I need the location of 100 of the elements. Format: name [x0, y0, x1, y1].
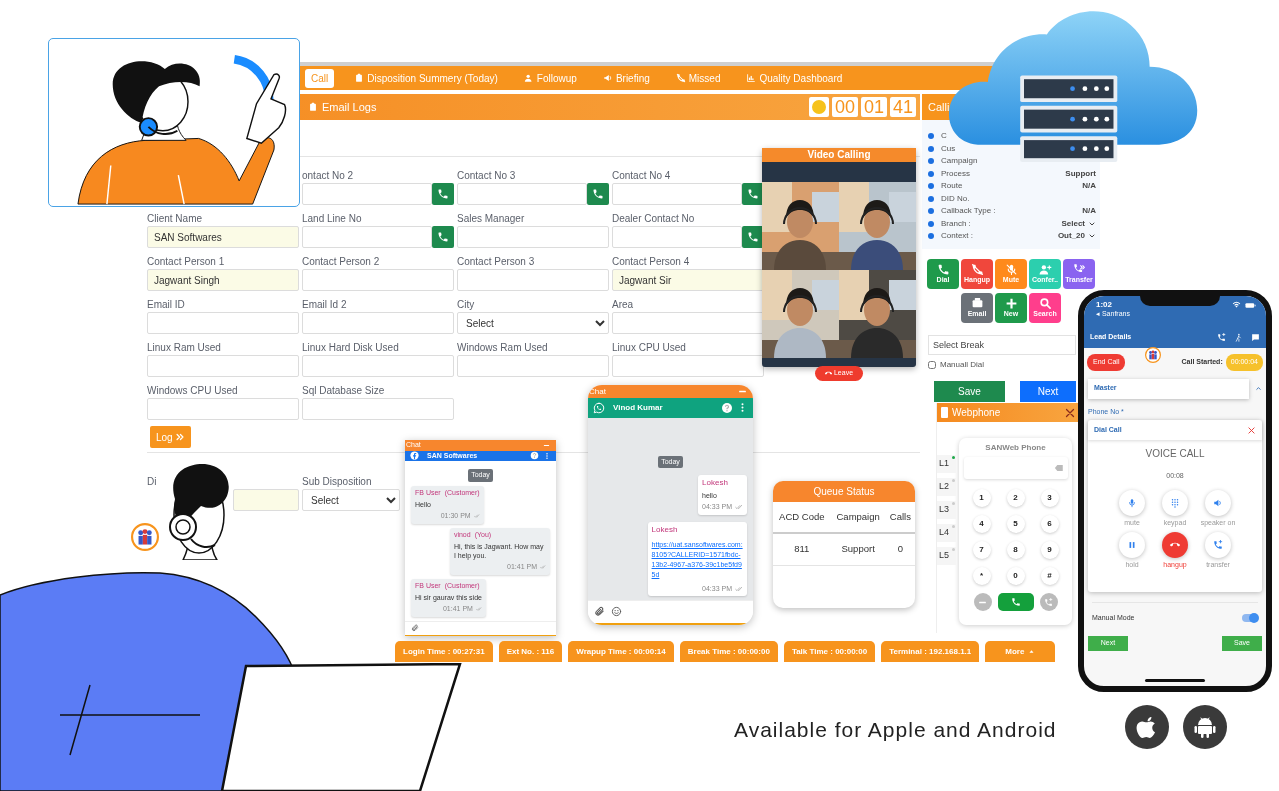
- save-button[interactable]: Save: [934, 380, 1005, 402]
- input-field[interactable]: [302, 312, 454, 334]
- call-button[interactable]: [432, 226, 454, 248]
- info-label: Route: [941, 180, 963, 193]
- field-label: City: [457, 298, 475, 312]
- next-button[interactable]: Next: [1020, 380, 1076, 402]
- dial-key[interactable]: 7: [972, 541, 991, 559]
- timer-digits: 41: [889, 97, 916, 117]
- minus-button[interactable]: [973, 593, 992, 611]
- field-label: Area: [612, 298, 634, 312]
- call-control-button[interactable]: [1162, 532, 1188, 558]
- window-title: Video Calling: [762, 148, 916, 162]
- field-label: Email Id 2: [302, 298, 347, 312]
- input-field[interactable]: [302, 269, 454, 291]
- dial-key[interactable]: 9: [1040, 541, 1059, 559]
- dialer-title: SANWeb Phone: [985, 442, 1046, 454]
- info-value: N/A: [1082, 180, 1096, 193]
- bullet-dot: [928, 233, 934, 240]
- play-store-badge[interactable]: [1183, 705, 1227, 749]
- input-field[interactable]: [457, 355, 609, 377]
- status-pill: Ext No. : 116: [498, 641, 563, 662]
- call-button[interactable]: [587, 183, 609, 205]
- table-cell: Support: [830, 533, 886, 565]
- pause-icon: [1127, 540, 1137, 550]
- status-pill: Login Time : 00:27:31: [395, 641, 493, 662]
- input-field[interactable]: [302, 183, 432, 205]
- checkbox[interactable]: [928, 360, 936, 369]
- double-check-icon: [735, 503, 743, 512]
- call-control-button[interactable]: [1119, 489, 1145, 516]
- dial-key[interactable]: 0: [1006, 567, 1025, 585]
- sender-name: Lokesh: [651, 523, 678, 536]
- app-store-badge[interactable]: [1125, 705, 1169, 749]
- input-field[interactable]: [147, 312, 299, 334]
- dial-key[interactable]: *: [972, 567, 991, 585]
- line-tab[interactable]: L1: [937, 455, 956, 473]
- dial-key[interactable]: #: [1040, 567, 1059, 585]
- transfer-button[interactable]: [1039, 593, 1058, 611]
- bullet-dot: [928, 145, 934, 152]
- panel-title: Webphone: [941, 405, 1001, 420]
- call-button[interactable]: [432, 183, 454, 205]
- field-label: Sql Database Size: [302, 384, 385, 398]
- status-indicator: [808, 97, 829, 117]
- input-field[interactable]: [302, 355, 454, 377]
- input-field[interactable]: [612, 355, 764, 377]
- chat-contact-name: Vinod Kumar: [613, 401, 663, 414]
- input-field[interactable]: Jagwant Singh: [147, 269, 299, 291]
- call-button[interactable]: [742, 226, 764, 248]
- call-control-button[interactable]: [1162, 489, 1188, 516]
- input-field[interactable]: [302, 226, 432, 248]
- info-value: Support: [1065, 167, 1096, 180]
- line-tab[interactable]: L2: [937, 478, 956, 496]
- call-button[interactable]: [742, 183, 764, 205]
- call-control-button[interactable]: [1205, 532, 1231, 558]
- call-control-button[interactable]: [1119, 532, 1145, 558]
- printer-icon: [970, 297, 984, 310]
- input-field[interactable]: [457, 269, 609, 291]
- bullet-dot: [928, 133, 934, 140]
- line-tab[interactable]: L5: [937, 547, 956, 565]
- dial-key[interactable]: 3: [1040, 489, 1059, 507]
- line-tab[interactable]: L3: [937, 501, 956, 519]
- select-field[interactable]: Select: [302, 489, 400, 511]
- dial-key[interactable]: 1: [972, 489, 991, 507]
- nav-clipboard-icon: [354, 73, 365, 83]
- column-header: ACD Code: [773, 502, 831, 534]
- dial-key[interactable]: 8: [1006, 541, 1025, 559]
- input-field[interactable]: [612, 183, 742, 205]
- nav-user-icon: [523, 73, 534, 83]
- input-field[interactable]: [612, 312, 764, 334]
- input-field[interactable]: [302, 398, 454, 420]
- call-control-button[interactable]: [1205, 489, 1231, 516]
- input-field[interactable]: [612, 226, 742, 248]
- dial-key[interactable]: 4: [972, 515, 991, 533]
- toggle-switch[interactable]: [1242, 614, 1258, 623]
- smiley-icon: [611, 606, 622, 618]
- dial-key[interactable]: 6: [1040, 515, 1059, 533]
- close-icon: [1247, 425, 1256, 435]
- line-tab[interactable]: L4: [937, 524, 956, 542]
- nav-slashed-phone-icon: [675, 73, 686, 83]
- info-select[interactable]: Select: [1061, 217, 1096, 230]
- input-field[interactable]: [457, 183, 587, 205]
- call-button[interactable]: [997, 593, 1034, 611]
- input-field[interactable]: Jagwant Sir: [612, 269, 764, 291]
- dial-key[interactable]: 2: [1006, 489, 1025, 507]
- input-field[interactable]: [233, 489, 299, 511]
- bullet-dot: [928, 220, 934, 227]
- input-field[interactable]: SAN Softwares: [147, 226, 299, 248]
- phone-icon: [437, 231, 449, 243]
- dial-key[interactable]: 5: [1006, 515, 1025, 533]
- speaker-icon: [1213, 497, 1223, 508]
- input-field[interactable]: [147, 355, 299, 377]
- paperclip-icon: [411, 624, 419, 632]
- select-field[interactable]: Select: [457, 312, 609, 334]
- phone-icon: [1213, 540, 1223, 550]
- input-field[interactable]: [457, 226, 609, 248]
- input-field[interactable]: [147, 398, 299, 420]
- break-select[interactable]: Select Break: [928, 334, 1076, 355]
- info-select[interactable]: Out_20: [1057, 230, 1096, 243]
- column-header: Campaign: [830, 502, 886, 534]
- field-label: Sales Manager: [457, 212, 525, 226]
- field-label: Linux Hard Disk Used: [302, 341, 399, 355]
